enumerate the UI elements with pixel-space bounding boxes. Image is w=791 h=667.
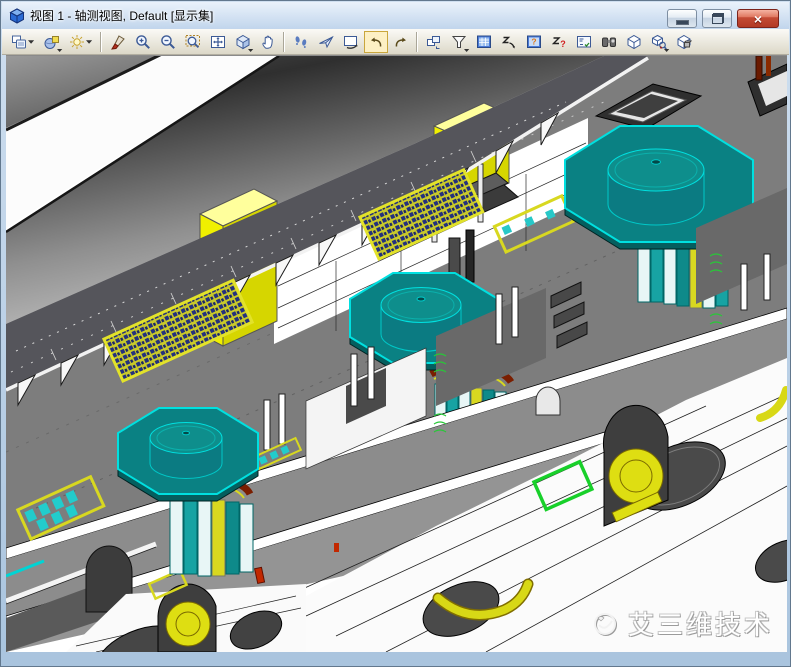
app-cube-icon (9, 8, 25, 24)
close-button[interactable]: × (737, 9, 779, 28)
tile-windows-button[interactable] (422, 31, 446, 53)
pan-button[interactable] (256, 31, 280, 53)
walk-button[interactable] (289, 31, 313, 53)
view-previous-button[interactable] (364, 31, 388, 53)
render-style-button[interactable] (40, 31, 64, 53)
display-config-button[interactable] (7, 31, 39, 53)
fly-button[interactable] (314, 31, 338, 53)
zoom-in-button[interactable] (131, 31, 155, 53)
zoom-out-button[interactable] (156, 31, 180, 53)
watermark-logo-icon (591, 609, 621, 639)
window-controls: × (667, 9, 779, 28)
appearance-profiler-button[interactable] (597, 31, 621, 53)
fit-view-button[interactable] (206, 31, 230, 53)
window-title: 视图 1 - 轴测视图, Default [显示集] (30, 7, 213, 24)
zoom-window-button[interactable] (181, 31, 205, 53)
watermark-text: 艾三维技术 (628, 605, 773, 642)
restore-button[interactable] (702, 9, 732, 28)
paint-model-button[interactable] (106, 31, 130, 53)
clip-volume-button[interactable] (447, 31, 471, 53)
z-query-button[interactable]: ? (547, 31, 571, 53)
show-model-button[interactable] (622, 31, 646, 53)
lighting-button[interactable] (65, 31, 97, 53)
watermark: 艾三维技术 (591, 605, 773, 642)
window-query-button[interactable]: ? (522, 31, 546, 53)
z-sort-button[interactable] (497, 31, 521, 53)
minimize-button[interactable] (667, 9, 697, 28)
pipe-riser (756, 56, 762, 80)
svg-text:?: ? (560, 39, 566, 49)
look-around-button[interactable] (339, 31, 363, 53)
examine-model-button[interactable] (647, 31, 671, 53)
section-box-button[interactable] (672, 31, 696, 53)
grid-display-button[interactable] (472, 31, 496, 53)
viewport-3d[interactable]: 艾三维技术 (6, 55, 787, 652)
measure-notes-button[interactable] (572, 31, 596, 53)
view-next-button[interactable] (389, 31, 413, 53)
toolbar-separator (283, 32, 285, 52)
orbit-button[interactable] (231, 31, 255, 53)
svg-text:?: ? (531, 36, 536, 46)
scene-3d-model (6, 56, 787, 652)
toolbar-separator (100, 32, 102, 52)
titlebar[interactable]: 视图 1 - 轴测视图, Default [显示集] × (2, 2, 789, 29)
toolbar-separator (416, 32, 418, 52)
app-window: 视图 1 - 轴测视图, Default [显示集] × ?? (0, 0, 791, 667)
toolbar: ?? (2, 29, 789, 55)
